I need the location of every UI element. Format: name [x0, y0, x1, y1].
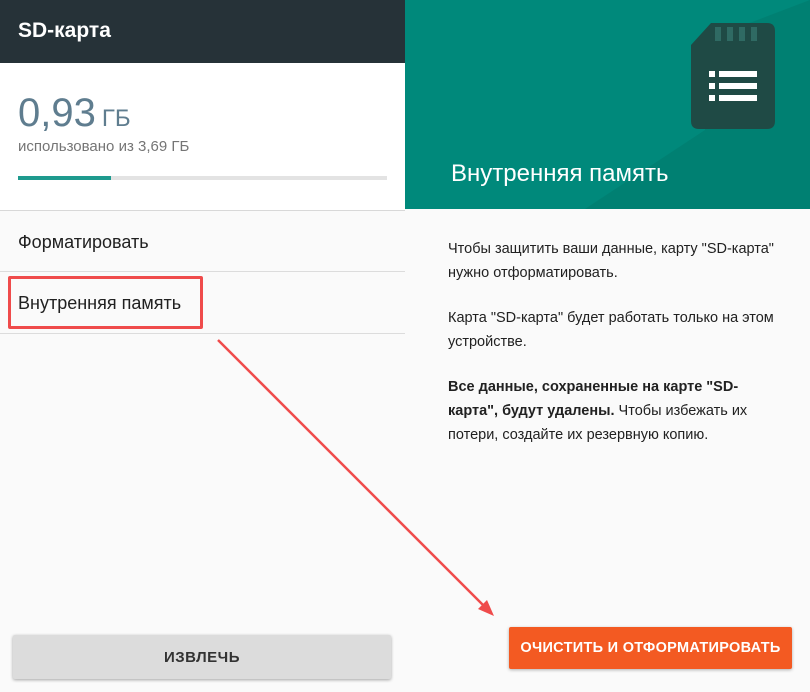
- storage-settings-pane: SD-карта 0,93 ГБ использовано из 3,69 ГБ …: [0, 0, 405, 692]
- format-dialog-pane: Внутренняя память Чтобы защитить ваши да…: [405, 0, 810, 692]
- dialog-title: Внутренняя память: [451, 160, 669, 187]
- info-paragraph-1: Чтобы защитить ваши данные, карту "SD-ка…: [448, 241, 774, 281]
- app-bar-title: SD-карта: [18, 19, 111, 42]
- app-bar: SD-карта: [0, 0, 405, 63]
- erase-and-format-button-label: ОЧИСТИТЬ И ОТФОРМАТИРОВАТЬ: [520, 640, 781, 656]
- sd-card-icon: [691, 23, 775, 129]
- eject-button-label: ИЗВЛЕЧЬ: [164, 649, 240, 666]
- info-paragraph-2: Карта "SD-карта" будет работать только н…: [448, 310, 774, 350]
- used-space: 0,93 ГБ: [18, 91, 131, 136]
- erase-and-format-button[interactable]: ОЧИСТИТЬ И ОТФОРМАТИРОВАТЬ: [509, 627, 792, 669]
- divider: [0, 333, 405, 334]
- storage-summary: 0,93 ГБ использовано из 3,69 ГБ: [0, 63, 405, 211]
- used-space-unit: ГБ: [101, 105, 131, 132]
- menu-item-label: Форматировать: [18, 232, 149, 252]
- storage-progress-fill: [18, 176, 111, 180]
- hero-banner: Внутренняя память: [405, 0, 810, 209]
- used-space-caption: использовано из 3,69 ГБ: [18, 138, 190, 155]
- storage-progress-bar: [18, 176, 387, 180]
- annotation-highlight-box: [8, 276, 203, 329]
- used-space-value: 0,93: [18, 91, 96, 135]
- warning-paragraph: Все данные, сохраненные на карте "SD-кар…: [448, 375, 778, 447]
- eject-button[interactable]: ИЗВЛЕЧЬ: [13, 635, 391, 679]
- menu-item-format[interactable]: Форматировать: [0, 211, 405, 271]
